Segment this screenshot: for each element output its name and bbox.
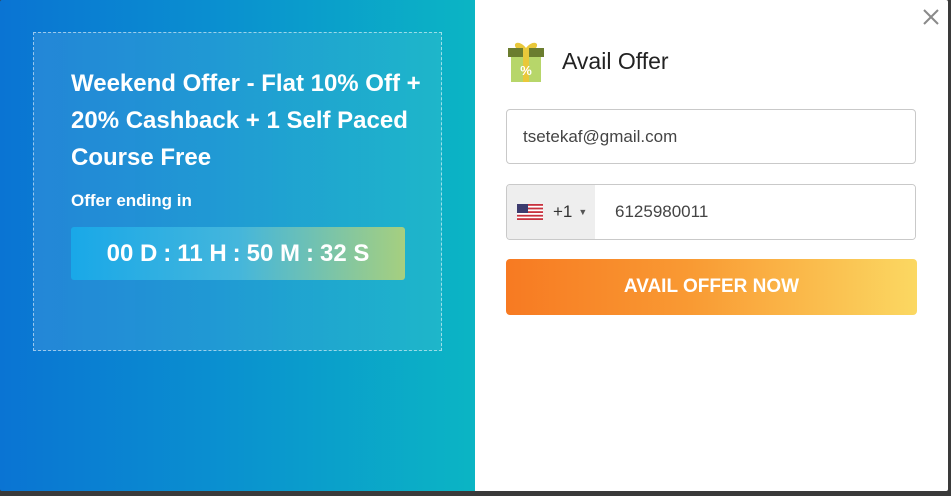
offer-ending-label: Offer ending in xyxy=(71,191,192,210)
promo-title: Weekend Offer - Flat 10% Off + 20% Cashb… xyxy=(71,70,421,171)
svg-text:%: % xyxy=(520,63,532,78)
form-header: % Avail Offer xyxy=(506,38,669,84)
phone-field: +1 ▼ xyxy=(506,184,916,240)
gift-percent-icon: % xyxy=(506,38,546,84)
promo-panel: Weekend Offer - Flat 10% Off + 20% Cashb… xyxy=(0,0,475,491)
form-panel: % Avail Offer + xyxy=(475,0,948,491)
close-icon[interactable] xyxy=(920,6,942,28)
avail-offer-button[interactable]: AVAIL OFFER NOW xyxy=(506,259,917,315)
email-field[interactable] xyxy=(506,109,916,164)
countdown-separator: : xyxy=(306,239,315,267)
countdown-separator: : xyxy=(232,239,241,267)
country-code-select[interactable]: +1 ▼ xyxy=(507,185,595,239)
countdown-hours: 11 H xyxy=(177,239,227,267)
caret-down-icon: ▼ xyxy=(578,207,588,217)
countdown-timer: 00 D : 11 H : 50 M : 32 S xyxy=(71,227,405,280)
countdown-days: 00 D xyxy=(106,239,158,267)
promo-box: Weekend Offer - Flat 10% Off + 20% Cashb… xyxy=(33,32,442,351)
form-title: Avail Offer xyxy=(562,47,669,74)
countdown-seconds: 32 S xyxy=(320,239,370,267)
us-flag-icon xyxy=(517,204,543,220)
offer-modal: Weekend Offer - Flat 10% Off + 20% Cashb… xyxy=(0,0,948,491)
country-code-label: +1 xyxy=(553,202,573,221)
countdown-minutes: 50 M xyxy=(246,239,301,267)
countdown-separator: : xyxy=(163,239,172,267)
phone-input[interactable] xyxy=(595,185,915,239)
